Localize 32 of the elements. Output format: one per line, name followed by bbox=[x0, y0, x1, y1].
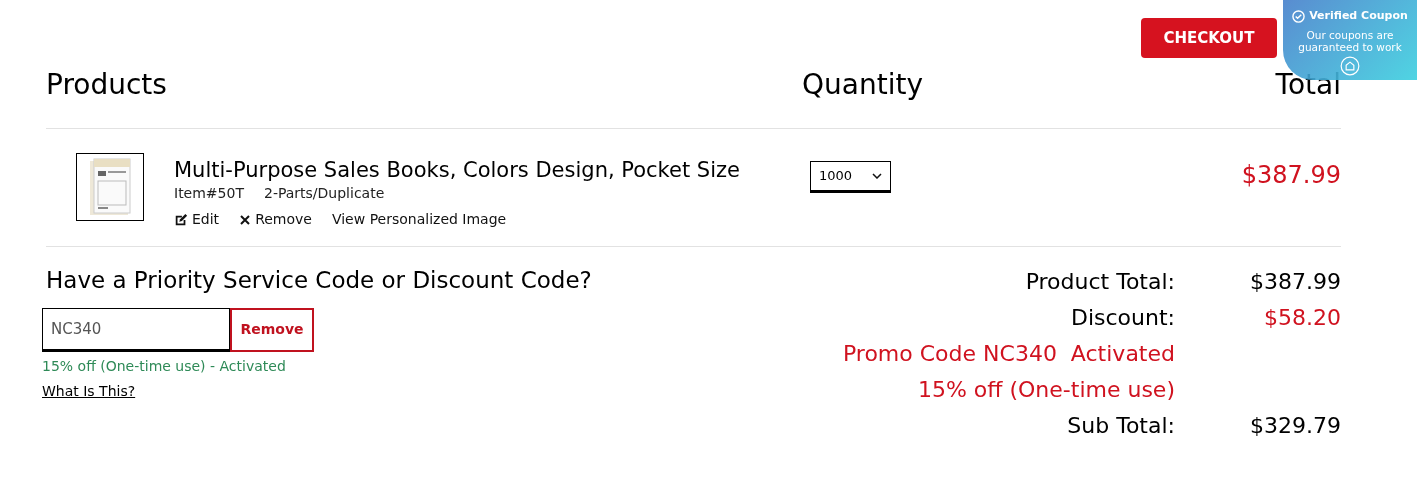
discount-code-field[interactable]: NC340 bbox=[42, 307, 230, 352]
item-variant: 2-Parts/Duplicate bbox=[263, 184, 385, 203]
summary-value: $58.20 bbox=[1263, 303, 1341, 332]
close-icon bbox=[239, 213, 252, 226]
remove-code-button[interactable]: Remove bbox=[230, 307, 314, 352]
badge-text: Our coupons are guaranteed to work bbox=[1297, 28, 1403, 53]
item-action-link[interactable]: Remove bbox=[239, 209, 312, 230]
summary-value: $387.99 bbox=[1249, 267, 1341, 296]
column-header: Products bbox=[46, 67, 168, 103]
column-header: Total bbox=[1275, 67, 1341, 103]
quantity-select[interactable]: 1000 bbox=[810, 161, 891, 193]
check-circle-icon bbox=[1292, 9, 1306, 23]
item-action-link[interactable]: Edit bbox=[174, 209, 220, 230]
checkout-button[interactable]: CHECKOUT bbox=[1141, 18, 1277, 58]
product-name[interactable]: Multi-Purpose Sales Books, Colors Design, Pocket Size bbox=[174, 157, 810, 183]
badge-title: Verified Coupon bbox=[1309, 8, 1408, 24]
item-number: Item#50T bbox=[174, 184, 244, 203]
promo-note: Promo Code NC340 Activated bbox=[842, 339, 1175, 368]
edit-icon bbox=[174, 212, 188, 227]
summary-value: $329.79 bbox=[1249, 411, 1341, 440]
column-header: Quantity bbox=[802, 67, 924, 103]
item-action-link[interactable]: View Personalized Image bbox=[331, 209, 507, 230]
promo-note: 15% off (One-time use) bbox=[917, 375, 1175, 404]
summary-label: Product Total: bbox=[1025, 267, 1175, 296]
item-total: $387.99 bbox=[1241, 160, 1341, 191]
summary-label: Sub Total: bbox=[1067, 411, 1175, 440]
discount-status: 15% off (One-time use) - Activated bbox=[42, 356, 287, 376]
summary-label: Discount: bbox=[1071, 303, 1175, 332]
what-is-this-link[interactable]: What Is This? bbox=[42, 380, 136, 402]
home-icon bbox=[1340, 55, 1360, 76]
chevron-down-icon bbox=[872, 173, 882, 179]
discount-heading: Have a Priority Service Code or Discount Code? bbox=[46, 266, 593, 295]
